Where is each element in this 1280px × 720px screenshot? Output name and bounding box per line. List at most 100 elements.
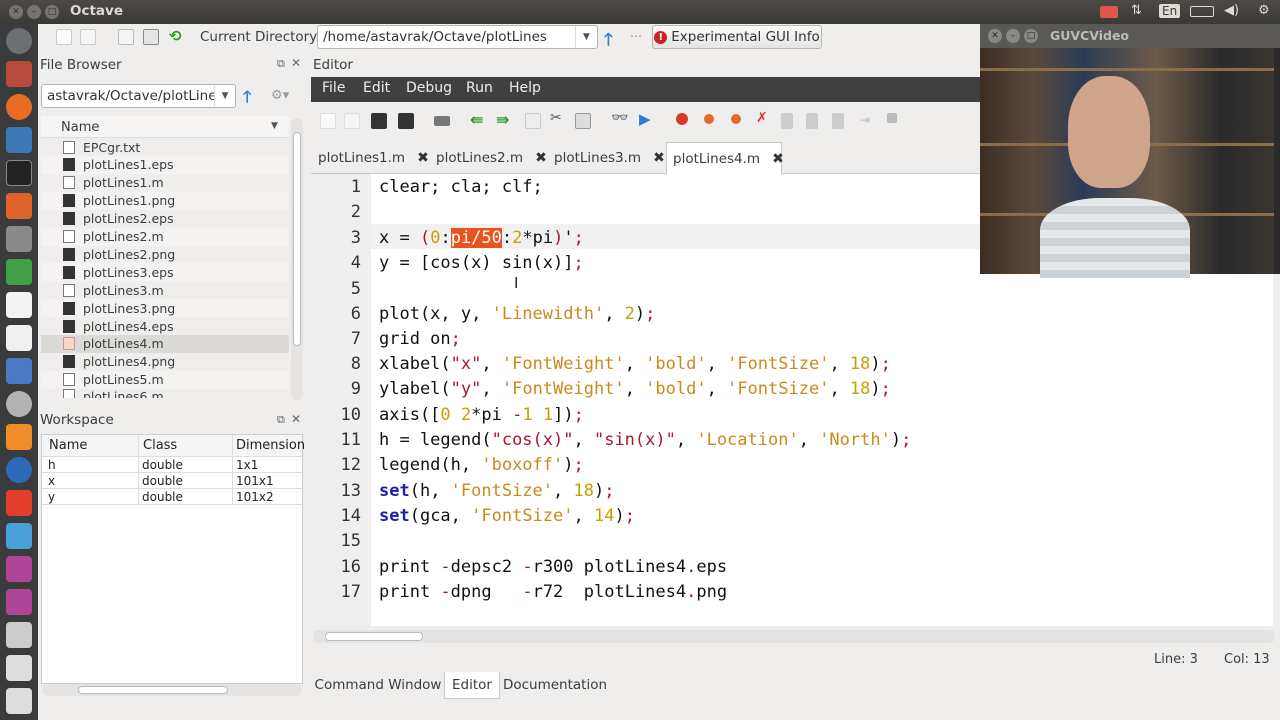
undock-icon[interactable]: ⧉: [277, 413, 285, 427]
drive-icon[interactable]: [6, 688, 32, 714]
run-icon[interactable]: ▶: [639, 110, 655, 128]
file-list-item[interactable]: plotLines2.m: [41, 227, 289, 246]
files-app-icon[interactable]: [6, 61, 32, 87]
file-list-item[interactable]: plotLines2.png: [41, 245, 289, 263]
up-directory-icon[interactable]: 🡑: [604, 27, 613, 56]
file-browser-settings-icon[interactable]: ⚙▾: [271, 88, 289, 103]
tab-plotlines4-active[interactable]: plotLines4.m ✖: [666, 142, 784, 174]
close-panel-icon[interactable]: ✕: [291, 412, 301, 426]
redo-icon[interactable]: ⇛: [496, 110, 512, 129]
r-app-icon[interactable]: [6, 457, 32, 483]
paste-icon[interactable]: [143, 29, 159, 45]
settings-gear-icon[interactable]: ⚙: [1258, 3, 1270, 18]
file-list-item[interactable]: plotLines3.m: [41, 281, 289, 299]
file-list-item[interactable]: plotLines6.m: [41, 388, 289, 398]
text-editor-icon[interactable]: [6, 325, 32, 351]
file-list-item[interactable]: plotLines4.eps: [41, 317, 289, 335]
network-icon[interactable]: ⇅: [1131, 3, 1142, 18]
close-window-icon[interactable]: ✕: [9, 5, 23, 19]
app-chart-icon[interactable]: [6, 523, 32, 549]
webcam-icon[interactable]: [6, 622, 32, 648]
toggle-breakpoint-icon[interactable]: [676, 113, 688, 125]
menu-file[interactable]: File: [322, 80, 345, 96]
file-list-item[interactable]: plotLines4.png: [41, 353, 289, 371]
find-icon[interactable]: 👓: [611, 110, 628, 126]
close-panel-icon[interactable]: ✕: [291, 56, 301, 70]
tab-plotlines2[interactable]: plotLines2.m ✖: [430, 143, 547, 173]
save-icon[interactable]: [371, 113, 387, 129]
file-list-header[interactable]: Name ▼: [41, 116, 289, 138]
undo-icon[interactable]: ⟲: [169, 29, 185, 45]
file-list-item[interactable]: plotLines1.eps: [41, 155, 289, 174]
file-list-item[interactable]: plotLines4.m: [41, 334, 289, 353]
spreadsheet-icon[interactable]: [6, 259, 32, 285]
step-icon[interactable]: [781, 113, 793, 129]
cut-icon[interactable]: ✂: [550, 110, 566, 126]
save-as-icon[interactable]: [398, 113, 414, 129]
removable-drive-icon[interactable]: [6, 655, 32, 681]
copy-icon[interactable]: [118, 29, 134, 45]
terminal-icon[interactable]: [6, 160, 32, 186]
open-icon[interactable]: [344, 113, 360, 129]
close-window-icon[interactable]: ✕: [988, 29, 1002, 43]
file-browser-path-combo[interactable]: astavrak/Octave/plotLines ▼: [41, 84, 236, 108]
tab-documentation[interactable]: Documentation: [500, 672, 610, 698]
file-list-scrollbar[interactable]: [291, 118, 303, 400]
current-directory-combo[interactable]: /home/astavrak/Octave/plotLines ▼: [317, 25, 598, 49]
close-tab-icon[interactable]: ✖: [535, 150, 547, 166]
camera-icon[interactable]: [1100, 6, 1118, 18]
octave-icon[interactable]: [6, 424, 32, 450]
minimize-window-icon[interactable]: –: [1006, 29, 1020, 43]
volume-icon[interactable]: ◀): [1224, 3, 1239, 18]
file-list-item[interactable]: plotLines1.m: [41, 174, 289, 192]
continue-icon[interactable]: ⇥: [860, 113, 876, 129]
up-directory-icon[interactable]: 🡑: [243, 86, 251, 113]
editor-hscrollbar[interactable]: [313, 630, 1275, 643]
app-k-icon[interactable]: [6, 358, 32, 384]
step-in-icon[interactable]: [806, 113, 818, 129]
firefox-icon[interactable]: [6, 94, 32, 120]
browse-directory-icon[interactable]: ⋯: [630, 29, 642, 43]
file-list-item[interactable]: plotLines3.png: [41, 299, 289, 318]
step-out-icon[interactable]: [832, 113, 844, 129]
workspace-hscrollbar[interactable]: [42, 684, 302, 696]
new-file-icon[interactable]: [320, 113, 336, 129]
dash-home-icon[interactable]: [6, 28, 32, 54]
experimental-gui-info-button[interactable]: ! Experimental GUI Info: [652, 25, 822, 49]
maximize-window-icon[interactable]: □: [1024, 29, 1038, 43]
tab-editor[interactable]: Editor: [444, 672, 500, 699]
menu-edit[interactable]: Edit: [363, 80, 390, 96]
minimize-window-icon[interactable]: –: [27, 5, 41, 19]
battery-icon[interactable]: [1190, 6, 1214, 17]
copy-icon[interactable]: [525, 113, 541, 129]
chevron-down-icon[interactable]: ▼: [214, 85, 235, 107]
close-tab-icon[interactable]: ✖: [772, 151, 784, 167]
ws-col-class[interactable]: Class: [143, 438, 177, 453]
app-purple2-icon[interactable]: [6, 589, 32, 615]
app-grid-icon[interactable]: [6, 490, 32, 516]
document-viewer-icon[interactable]: [6, 292, 32, 318]
file-list-item[interactable]: plotLines2.eps: [41, 210, 289, 228]
maximize-window-icon[interactable]: □: [45, 5, 59, 19]
ws-col-dimension[interactable]: Dimension: [236, 438, 305, 453]
menu-help[interactable]: Help: [509, 80, 541, 96]
file-list-item[interactable]: plotLines3.eps: [41, 263, 289, 282]
app-m-icon[interactable]: [6, 391, 32, 417]
close-tab-icon[interactable]: ✖: [653, 150, 665, 166]
keyboard-layout-indicator[interactable]: En: [1159, 4, 1181, 18]
chevron-down-icon[interactable]: ▼: [575, 26, 597, 48]
tab-command-window[interactable]: Command Window: [313, 672, 443, 698]
app-purple-icon[interactable]: [6, 556, 32, 582]
file-list-item[interactable]: plotLines1.png: [41, 191, 289, 210]
remove-breakpoints-icon[interactable]: ✗: [756, 110, 772, 126]
open-file-icon[interactable]: [80, 29, 96, 45]
software-center-icon[interactable]: [6, 193, 32, 219]
ws-col-name[interactable]: Name: [49, 438, 87, 453]
new-script-icon[interactable]: [56, 29, 72, 45]
undock-icon[interactable]: ⧉: [277, 57, 285, 71]
thunderbird-icon[interactable]: [6, 127, 32, 153]
tab-plotlines1[interactable]: plotLines1.m ✖: [312, 143, 429, 173]
previous-breakpoint-icon[interactable]: [731, 114, 741, 124]
undo-icon[interactable]: ⇚: [470, 110, 486, 129]
stop-icon[interactable]: [887, 113, 897, 123]
